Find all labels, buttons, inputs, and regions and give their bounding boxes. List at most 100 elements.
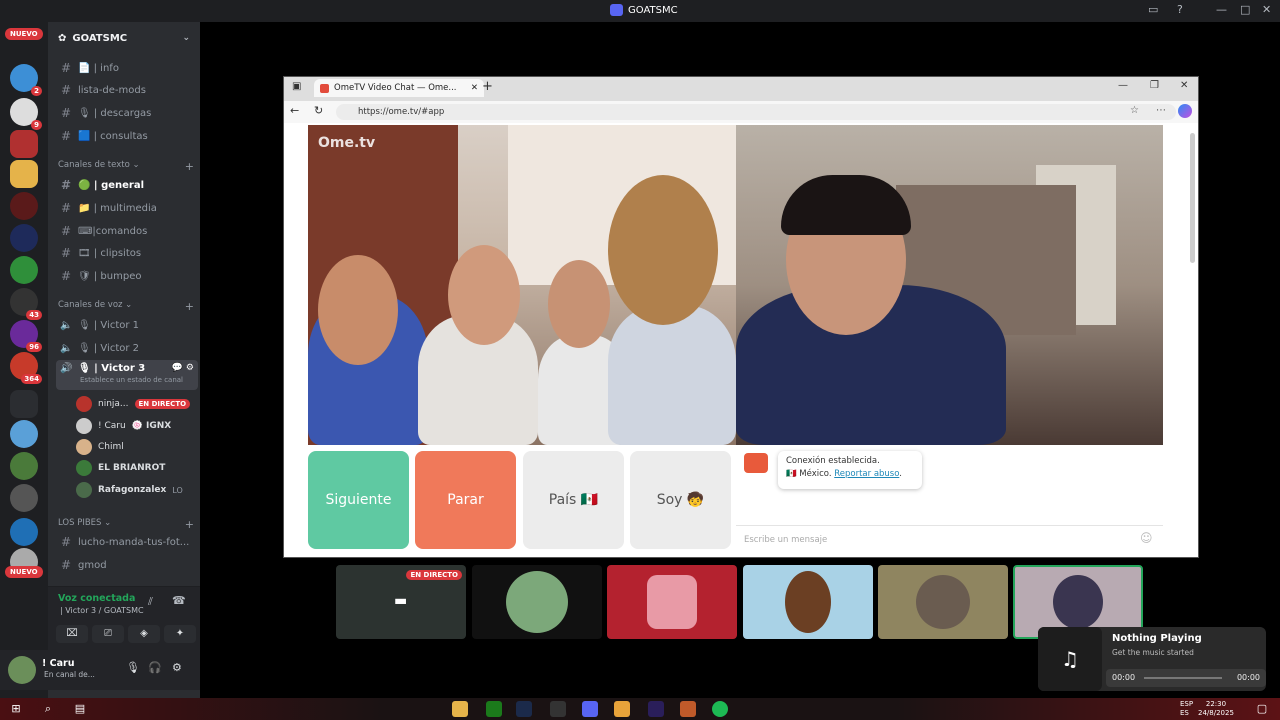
channel-item[interactable]: # 📄 | info bbox=[56, 58, 198, 78]
minimize-button[interactable]: — bbox=[1216, 3, 1227, 16]
search-icon[interactable]: ⌕ bbox=[40, 701, 56, 717]
screen-share-button[interactable]: ⎚ bbox=[92, 625, 124, 643]
disconnect-icon[interactable]: ☎ bbox=[172, 594, 186, 607]
add-channel-icon[interactable]: + bbox=[185, 300, 194, 313]
music-progress[interactable]: 00:00 00:00 bbox=[1106, 669, 1266, 687]
next-button[interactable]: Siguiente bbox=[308, 451, 409, 549]
notifications-icon[interactable]: ▢ bbox=[1254, 701, 1270, 717]
country-button[interactable]: País 🇲🇽 bbox=[523, 451, 624, 549]
channel-item[interactable]: # 🛡 | bumpeo bbox=[56, 266, 198, 286]
camera-off-button[interactable]: ⌧ bbox=[56, 625, 88, 643]
channel-item[interactable]: # 🎙 | descargas bbox=[56, 103, 198, 123]
back-icon[interactable]: ← bbox=[290, 104, 299, 117]
chrome-icon[interactable] bbox=[614, 701, 630, 717]
server-icon[interactable] bbox=[10, 420, 38, 448]
server-icon[interactable] bbox=[10, 484, 38, 512]
gender-button[interactable]: Soy 🧒 bbox=[630, 451, 731, 549]
xbox-icon[interactable] bbox=[486, 701, 502, 717]
chat-input[interactable]: Escribe un mensaje bbox=[736, 525, 1163, 553]
start-icon[interactable]: ⊞ bbox=[8, 701, 24, 717]
stream-tile[interactable] bbox=[878, 565, 1008, 639]
stream-tile[interactable] bbox=[607, 565, 737, 639]
spotify-icon[interactable] bbox=[712, 701, 728, 717]
server-icon[interactable]: 43 bbox=[10, 288, 42, 320]
server-icon[interactable]: 9 bbox=[10, 98, 42, 130]
reload-icon[interactable]: ↻ bbox=[314, 104, 323, 117]
headphones-icon[interactable]: 🎧 bbox=[148, 661, 162, 674]
channel-item-general[interactable]: # 🟢 | general bbox=[56, 175, 198, 195]
tab-ometv[interactable]: OmeTV Video Chat — Ome... ✕ bbox=[314, 79, 484, 97]
category-pibes[interactable]: LOS PIBES ⌄ + bbox=[58, 518, 194, 531]
stream-tile[interactable]: EN DIRECTO ▬ bbox=[336, 565, 466, 639]
stream-tile[interactable] bbox=[743, 565, 873, 639]
report-abuse-link[interactable]: Reportar abuso bbox=[834, 469, 899, 479]
server-icon[interactable] bbox=[10, 452, 38, 480]
channel-item[interactable]: # lucho-manda-tus-fot... bbox=[56, 532, 198, 552]
guild-header[interactable]: ✿ GOATSMC ⌄ bbox=[48, 22, 200, 54]
url-field[interactable]: https://ome.tv/#app bbox=[336, 104, 1176, 120]
mic-icon[interactable]: 🎙 bbox=[126, 661, 140, 674]
server-icon[interactable]: 2 bbox=[10, 64, 42, 96]
category-text[interactable]: Canales de texto ⌄ + bbox=[58, 160, 194, 173]
server-icon[interactable] bbox=[10, 160, 38, 188]
scrollbar[interactable] bbox=[1190, 133, 1195, 263]
tab-actions-icon[interactable]: ▣ bbox=[292, 81, 301, 92]
gear-icon[interactable]: ⚙ bbox=[172, 661, 182, 674]
channel-item[interactable]: # 🟦 | consultas bbox=[56, 126, 198, 146]
voice-member[interactable]: EL BRIANROT bbox=[76, 458, 165, 478]
server-icon[interactable] bbox=[10, 224, 38, 252]
copilot-icon[interactable] bbox=[1178, 104, 1192, 118]
clock[interactable]: 22:30 24/8/2025 bbox=[1198, 700, 1234, 718]
add-channel-icon[interactable]: + bbox=[185, 518, 194, 531]
voice-member[interactable]: Rafagonzalex LO bbox=[76, 480, 183, 500]
help-icon[interactable]: ? bbox=[1177, 3, 1183, 16]
language-indicator[interactable]: ESP ES bbox=[1180, 700, 1193, 718]
explorer-icon[interactable] bbox=[452, 701, 468, 717]
voice-channel[interactable]: 🔈 🎙 | Victor 2 bbox=[56, 338, 198, 358]
channel-item[interactable]: # 🎞 | clipsitos bbox=[56, 243, 198, 263]
voice-channel[interactable]: 🔈 🎙 | Victor 1 bbox=[56, 315, 198, 335]
folder-icon[interactable] bbox=[10, 390, 38, 418]
channel-item[interactable]: # 📁 | multimedia bbox=[56, 198, 198, 218]
noise-icon[interactable]: ⫽ bbox=[148, 595, 153, 609]
discord-icon[interactable] bbox=[582, 701, 598, 717]
server-icon[interactable] bbox=[10, 130, 38, 158]
server-icon[interactable] bbox=[10, 518, 38, 546]
voice-member[interactable]: ninja... EN DIRECTO bbox=[76, 394, 191, 414]
inbox-icon[interactable]: ▭ bbox=[1148, 3, 1158, 16]
voice-channel-active[interactable]: 🔊 🎙 | Victor 3 💬 ⚙ Establece un estado de… bbox=[56, 360, 198, 390]
favorites-icon[interactable]: ☆ bbox=[1130, 105, 1139, 116]
close-button[interactable]: ✕ bbox=[1180, 80, 1188, 91]
task-view-icon[interactable]: ▤ bbox=[72, 701, 88, 717]
category-voice[interactable]: Canales de voz ⌄ + bbox=[58, 300, 194, 313]
close-button[interactable]: ✕ bbox=[1262, 3, 1271, 16]
emoji-icon[interactable]: ☺ bbox=[1140, 531, 1153, 545]
voice-member[interactable]: ! Caru 🍥 IGNX bbox=[76, 416, 171, 436]
app-icon[interactable] bbox=[680, 701, 696, 717]
server-icon[interactable] bbox=[10, 192, 38, 220]
music-note-icon[interactable]: ♫ bbox=[1038, 627, 1102, 691]
more-icon[interactable]: ⋯ bbox=[1156, 105, 1166, 116]
server-icon[interactable] bbox=[10, 256, 38, 284]
activity-button[interactable]: ◈ bbox=[128, 625, 160, 643]
channel-actions-icon[interactable]: 💬 ⚙ bbox=[172, 363, 194, 373]
channel-item[interactable]: # ⌨|comandos bbox=[56, 221, 198, 241]
premiere-icon[interactable] bbox=[648, 701, 664, 717]
channel-item[interactable]: # gmod bbox=[56, 555, 198, 575]
server-icon[interactable]: 364 bbox=[10, 352, 42, 384]
minimize-button[interactable]: — bbox=[1118, 80, 1128, 91]
add-channel-icon[interactable]: + bbox=[185, 160, 194, 173]
steam-icon[interactable] bbox=[516, 701, 532, 717]
stop-button[interactable]: Parar bbox=[415, 451, 516, 549]
stream-tile[interactable] bbox=[472, 565, 602, 639]
soundboard-button[interactable]: ✦ bbox=[164, 625, 196, 643]
new-tab-button[interactable]: + bbox=[482, 79, 493, 94]
maximize-button[interactable]: ❐ bbox=[1150, 80, 1159, 91]
app-icon[interactable] bbox=[550, 701, 566, 717]
close-tab-icon[interactable]: ✕ bbox=[471, 83, 478, 93]
voice-status[interactable]: Voz conectada bbox=[58, 593, 135, 604]
channel-item[interactable]: # lista-de-mods bbox=[56, 80, 198, 100]
maximize-button[interactable]: □ bbox=[1240, 3, 1250, 16]
server-icon[interactable]: 96 bbox=[10, 320, 42, 352]
avatar[interactable] bbox=[8, 656, 36, 684]
